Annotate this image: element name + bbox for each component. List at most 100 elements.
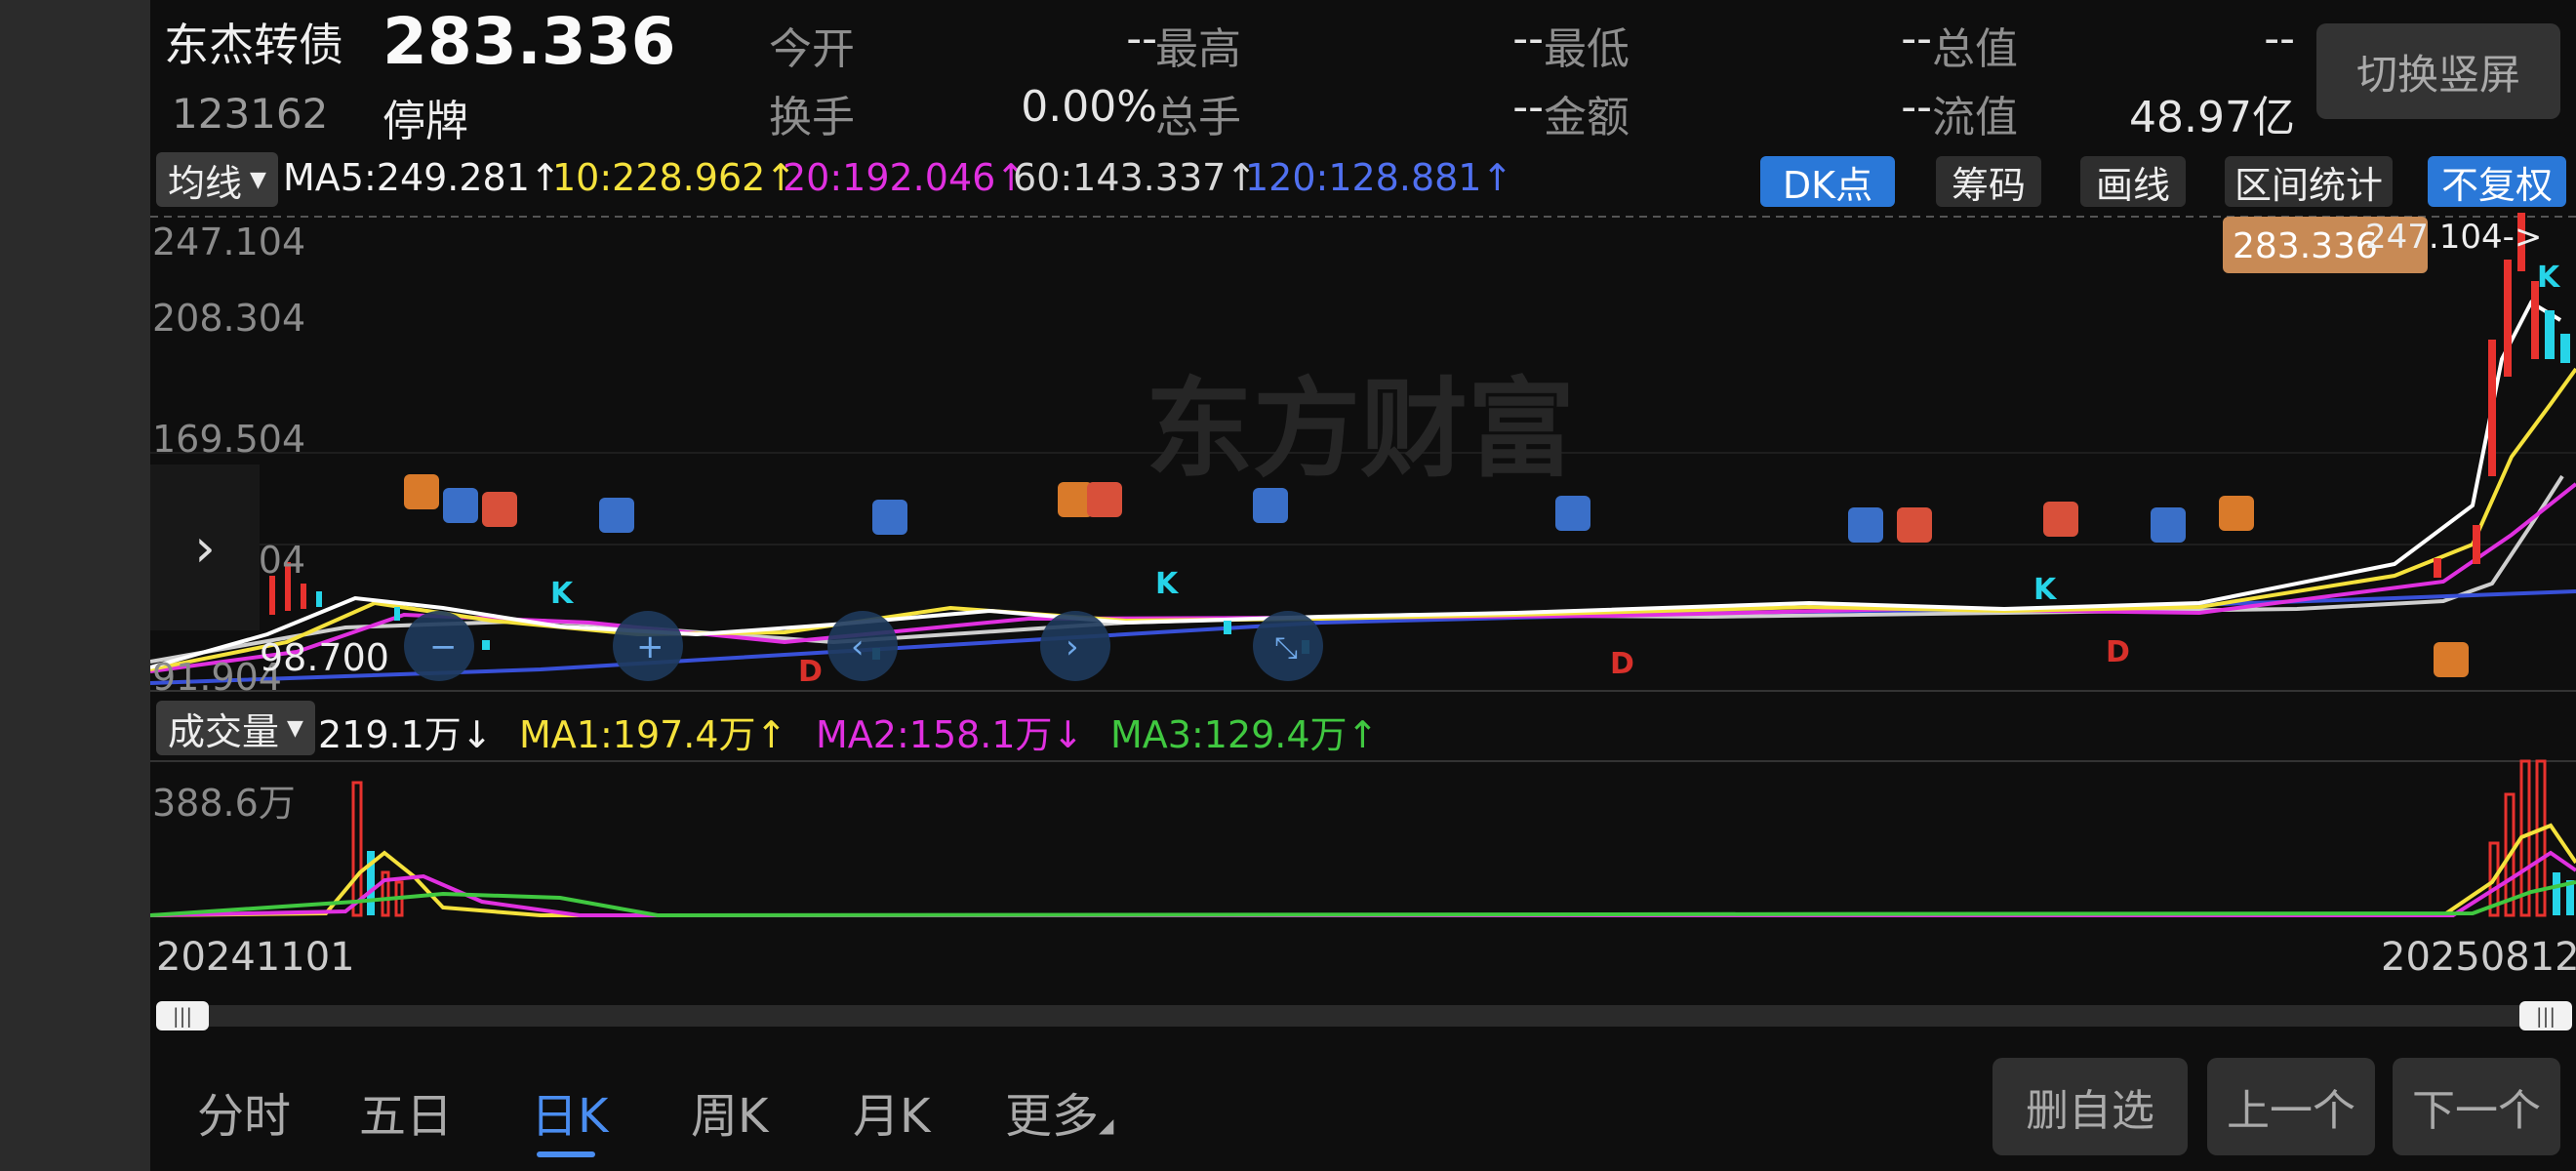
trading-status: 停牌 [382, 97, 468, 146]
tab-weekly-k[interactable]: 周K [691, 1077, 768, 1146]
left-glyph: ‹ [851, 627, 865, 666]
signal-s-marker [1848, 507, 1883, 543]
stat-float-label: 流值 [1932, 93, 2018, 142]
vol-ma3-line [150, 880, 2576, 918]
kline-chart[interactable]: 东方财富 K K K K D D D − + ‹ › ⤡ 283.336 247… [150, 213, 2576, 695]
volume-dropdown[interactable]: 成交量 ▼ [156, 701, 315, 755]
k-marker: K [1155, 567, 1180, 601]
expand-arrow-icon[interactable]: › [150, 464, 260, 630]
stat-low-value: -- [1901, 14, 1932, 63]
stat-high-value: -- [1512, 14, 1544, 63]
stat-amount-label: 金额 [1544, 93, 1630, 142]
previous-stock-button[interactable]: 上一个 [2207, 1058, 2375, 1155]
vol-ma1-line [150, 823, 2576, 917]
signal-t-marker [2434, 642, 2469, 677]
candle-up [2434, 558, 2441, 578]
signal-s-marker [872, 500, 907, 535]
ma-dropdown-label: 均线 [168, 161, 243, 205]
k-marker: K [2537, 261, 2561, 295]
range-handle-left[interactable]: ||| [156, 1001, 209, 1030]
signal-t-marker [404, 474, 439, 509]
stat-turnover-value: 0.00% [1021, 82, 1157, 132]
low-price-marker: 98.700 [260, 636, 389, 679]
vol-ma2-value: MA2:158.1万↓ [816, 713, 1084, 756]
stock-name: 东杰转债 [164, 19, 343, 71]
candle-up [269, 576, 275, 615]
volume-value: 219.1万↓ [318, 713, 493, 756]
stat-open-value: -- [1126, 14, 1157, 63]
volume-chart[interactable] [150, 755, 2576, 921]
range-handle-right[interactable]: ||| [2519, 1001, 2572, 1030]
max-price-marker: 247.104-> [2365, 218, 2542, 257]
ma10-value: 10:228.962↑ [552, 156, 797, 199]
y-label: 208.304 [152, 297, 306, 340]
stock-code: 123162 [172, 90, 329, 138]
ma60-value: 60:143.337↑ [1013, 156, 1258, 199]
tab-five-day[interactable]: 五日 [359, 1077, 453, 1146]
vol-ma2-line [150, 850, 2576, 917]
tab-monthly-k[interactable]: 月K [853, 1077, 930, 1146]
stock-price: 283.336 [382, 4, 676, 79]
minus-glyph: − [429, 627, 458, 666]
stock-app: 东杰转债 283.336 123162 停牌 今开 -- 最高 -- 最低 --… [150, 0, 2576, 1171]
caret-down-icon: ▼ [287, 715, 303, 741]
signal-s-marker [599, 498, 634, 533]
stat-turnover-label: 换手 [769, 93, 855, 142]
candle-up [2488, 340, 2496, 476]
caret-down-icon: ▼ [250, 167, 266, 192]
ma5-value: MA5:249.281↑ [283, 156, 561, 199]
signal-s-marker [1555, 496, 1590, 531]
end-date: 20250812 [2381, 935, 2576, 980]
candle-down [1224, 621, 1231, 634]
signal-s-marker [443, 488, 478, 523]
signal-t-marker [2219, 496, 2254, 531]
stat-total-label: 总值 [1932, 24, 2018, 74]
draw-line-button[interactable]: 画线 [2080, 156, 2186, 207]
signal-b-marker [1087, 482, 1122, 517]
signal-s-marker [1253, 488, 1288, 523]
switch-portrait-button[interactable]: 切换竖屏 [2316, 23, 2560, 119]
candle-up [2473, 525, 2480, 564]
range-stats-button[interactable]: 区间统计 [2225, 156, 2393, 207]
active-tab-indicator [537, 1151, 595, 1157]
volume-dropdown-label: 成交量 [168, 709, 280, 753]
no-adjust-button[interactable]: 不复权 [2428, 156, 2566, 207]
chip-button[interactable]: 筹码 [1936, 156, 2041, 207]
stat-amount-value: -- [1901, 82, 1932, 132]
tab-intraday[interactable]: 分时 [197, 1077, 291, 1146]
left-gutter [0, 0, 150, 1171]
stat-volume-value: -- [1512, 82, 1544, 132]
signal-b-marker [482, 492, 517, 527]
candle-down [2560, 334, 2570, 363]
signal-b-marker [2043, 502, 2078, 537]
range-scrollbar[interactable] [160, 1005, 2566, 1027]
watermark: 东方财富 [1146, 367, 1575, 492]
candle-down [2545, 310, 2555, 359]
tab-more-label: 更多 [1005, 1089, 1100, 1144]
d-marker: D [1610, 647, 1634, 681]
ma20-value: 20:192.046↑ [783, 156, 1027, 199]
dk-point-button[interactable]: DK点 [1760, 156, 1895, 207]
ma-dropdown[interactable]: 均线 ▼ [156, 152, 278, 207]
candle-up [301, 584, 306, 609]
volume-bar-down [2553, 872, 2560, 915]
tab-more[interactable]: 更多◢ [1005, 1077, 1113, 1146]
ma120-value: 120:128.881↑ [1245, 156, 1513, 199]
stat-total-value: -- [2264, 14, 2295, 63]
stat-open-label: 今开 [769, 24, 855, 74]
tab-daily-k[interactable]: 日K [531, 1077, 608, 1146]
stat-high-label: 最高 [1155, 24, 1241, 74]
candle-down [316, 591, 322, 607]
next-stock-button[interactable]: 下一个 [2393, 1058, 2560, 1155]
candle-up [2504, 260, 2512, 377]
plus-glyph: + [636, 627, 664, 666]
signal-b-marker [1897, 507, 1932, 543]
remove-favorite-button[interactable]: 删自选 [1992, 1058, 2188, 1155]
y-label-max: 247.104 [152, 221, 306, 263]
stat-volume-label: 总手 [1155, 93, 1241, 142]
vol-ma1-value: MA1:197.4万↑ [519, 713, 787, 756]
current-price-tag-text: 283.336 [2233, 226, 2378, 266]
signal-s-marker [2151, 507, 2186, 543]
start-date: 20241101 [156, 935, 355, 980]
candle-down [482, 640, 490, 650]
